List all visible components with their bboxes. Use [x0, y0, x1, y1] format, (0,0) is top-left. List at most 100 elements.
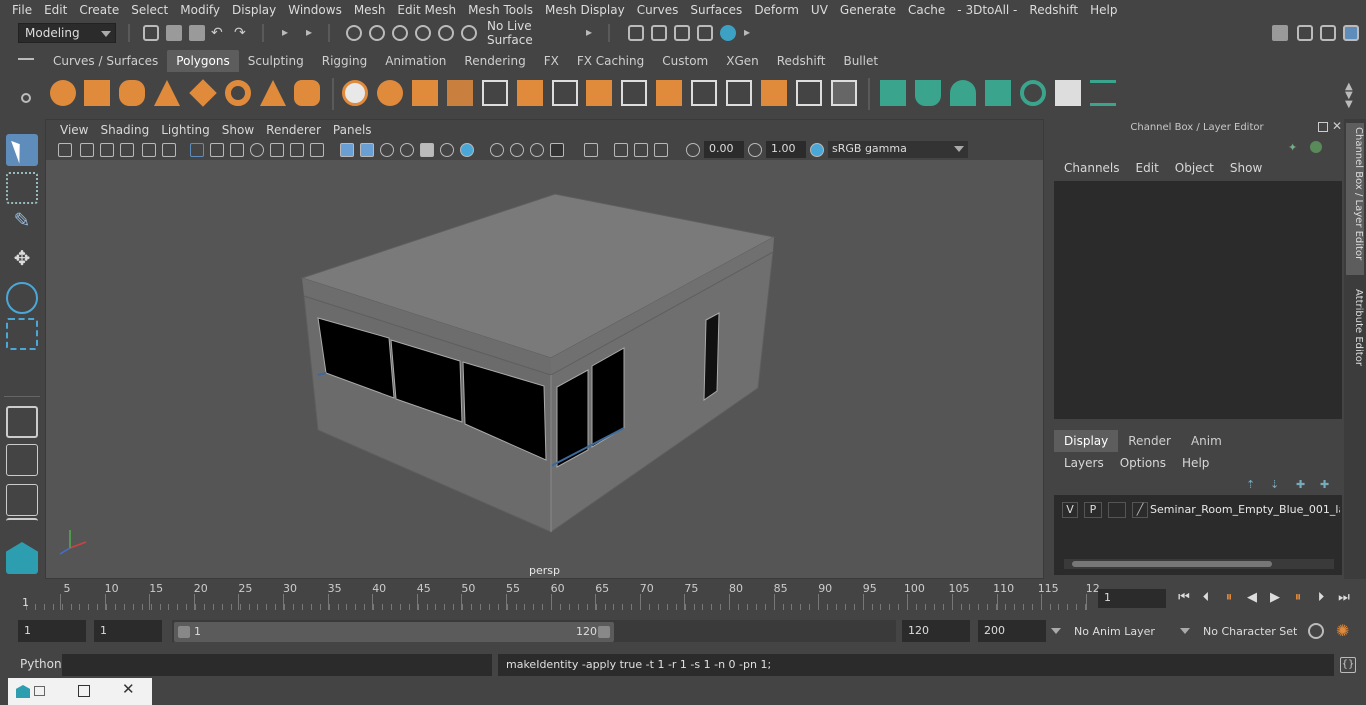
- maximize-icon[interactable]: [78, 685, 90, 697]
- uv-spherical-icon[interactable]: [950, 80, 976, 106]
- step-forward-frame-icon[interactable]: ⏵: [1313, 590, 1329, 606]
- xray-icon[interactable]: [360, 143, 374, 157]
- layer-name[interactable]: Seminar_Room_Empty_Blue_001_layer: [1150, 503, 1340, 516]
- shelf-tab-rigging[interactable]: Rigging: [313, 50, 376, 72]
- textured-icon[interactable]: [250, 143, 264, 157]
- lights-icon[interactable]: [270, 143, 284, 157]
- menu-mesh[interactable]: Mesh: [348, 3, 392, 17]
- scale-tool-icon[interactable]: [6, 318, 38, 350]
- step-back-frame-icon[interactable]: ⏴: [1198, 590, 1214, 606]
- command-language-label[interactable]: Python: [20, 657, 62, 671]
- shelf-scroll-icon[interactable]: ▲ ▼ ▼: [1345, 82, 1353, 110]
- lasso-tool-icon[interactable]: [6, 172, 38, 204]
- wireframe-icon[interactable]: [190, 143, 204, 157]
- new-layer-from-selected-icon[interactable]: ✚: [1320, 478, 1329, 491]
- viewport-menu-shading[interactable]: Shading: [94, 123, 155, 137]
- channel-menu-edit[interactable]: Edit: [1128, 161, 1167, 175]
- persp-outliner-layout-icon[interactable]: [6, 484, 38, 516]
- step-forward-key-icon[interactable]: ⏸: [1290, 590, 1306, 606]
- select-tool-icon[interactable]: [6, 134, 38, 166]
- snap-grid-icon[interactable]: [346, 25, 362, 41]
- grid-icon[interactable]: [142, 143, 156, 157]
- bridge-icon[interactable]: [482, 80, 508, 106]
- expand-arrow-icon[interactable]: ▸: [586, 25, 602, 41]
- grease-pencil-icon[interactable]: [654, 143, 668, 157]
- render-view-icon[interactable]: [628, 25, 644, 41]
- play-backwards-icon[interactable]: ◀: [1244, 590, 1260, 606]
- light-bulb-icon[interactable]: [440, 143, 454, 157]
- 3d-scene[interactable]: [46, 160, 1043, 578]
- move-layer-down-icon[interactable]: ⇣: [1270, 478, 1279, 491]
- playback-start-field[interactable]: 1: [94, 620, 162, 642]
- float-panel-icon[interactable]: [1318, 122, 1328, 132]
- make-live-icon[interactable]: [461, 25, 477, 41]
- horizontal-scrollbar[interactable]: [1064, 559, 1334, 569]
- save-scene-icon[interactable]: [189, 25, 205, 41]
- menu-create[interactable]: Create: [73, 3, 125, 17]
- viewport-menu-lighting[interactable]: Lighting: [155, 123, 216, 137]
- menu-windows[interactable]: Windows: [282, 3, 348, 17]
- poly-cone-icon[interactable]: [154, 80, 180, 106]
- shelf-tab-bullet[interactable]: Bullet: [834, 50, 887, 72]
- time-slider[interactable]: 5 10 15 20 25 30 35 40 45 50 55 60 65 70 75 80 85 90 95 100…: [18, 580, 1100, 612]
- go-to-start-icon[interactable]: ⏮: [1176, 590, 1192, 606]
- viewport-menu-renderer[interactable]: Renderer: [260, 123, 327, 137]
- paint-select-tool-icon[interactable]: ✎: [6, 208, 38, 240]
- tab-render[interactable]: Render: [1118, 430, 1181, 452]
- layer-row[interactable]: V P ╱ Seminar_Room_Empty_Blue_001_layer: [1054, 495, 1342, 525]
- gamma-field[interactable]: 1.00: [766, 141, 806, 158]
- viewport-panel[interactable]: View Shading Lighting Show Renderer Pane…: [45, 119, 1044, 579]
- close-icon[interactable]: ✕: [1332, 119, 1342, 133]
- menu-edit[interactable]: Edit: [38, 3, 73, 17]
- expand-arrow-icon[interactable]: ▸: [282, 25, 298, 41]
- play-forwards-icon[interactable]: ▶: [1267, 590, 1283, 606]
- menu-deform[interactable]: Deform: [748, 3, 805, 17]
- four-view-layout-icon[interactable]: [6, 444, 38, 476]
- xray-components-icon[interactable]: [400, 143, 414, 157]
- extract-icon[interactable]: [412, 80, 438, 106]
- snap-point-icon[interactable]: [392, 25, 408, 41]
- toggle-channel-box-icon[interactable]: [1343, 25, 1359, 41]
- move-tool-icon[interactable]: ✥: [6, 246, 38, 278]
- merge-icon[interactable]: [761, 80, 787, 106]
- rotate-tool-icon[interactable]: [6, 282, 38, 314]
- menu-cache[interactable]: Cache: [902, 3, 951, 17]
- shelf-menu-icon[interactable]: [18, 58, 34, 60]
- shelf-tab-sculpting[interactable]: Sculpting: [239, 50, 313, 72]
- chevron-down-icon[interactable]: [1180, 628, 1190, 634]
- mode-selector[interactable]: Modeling: [18, 23, 116, 43]
- view-transform-dropdown[interactable]: sRGB gamma: [828, 141, 968, 158]
- motion-blur-icon[interactable]: [490, 143, 504, 157]
- scrollbar-thumb[interactable]: [1072, 561, 1272, 567]
- render-frame-icon[interactable]: [651, 25, 667, 41]
- xray-joints-icon[interactable]: [380, 143, 394, 157]
- depth-of-field-icon[interactable]: [530, 143, 544, 157]
- layer-menu-help[interactable]: Help: [1174, 456, 1217, 470]
- step-back-key-icon[interactable]: ⏸: [1221, 590, 1237, 606]
- layer-display-type-toggle[interactable]: [1108, 502, 1126, 518]
- poly-plane-icon[interactable]: [189, 79, 217, 107]
- menu-select[interactable]: Select: [125, 3, 174, 17]
- side-tab-channel-box[interactable]: Channel Box / Layer Editor: [1346, 123, 1364, 275]
- snap-view-plane-icon[interactable]: [438, 25, 454, 41]
- shelf-tab-fx-caching[interactable]: FX Caching: [568, 50, 653, 72]
- channel-box-body[interactable]: [1054, 181, 1342, 419]
- menu-surfaces[interactable]: Surfaces: [684, 3, 748, 17]
- building-model[interactable]: [46, 160, 1043, 578]
- layer-menu-layers[interactable]: Layers: [1056, 456, 1112, 470]
- channel-menu-object[interactable]: Object: [1167, 161, 1222, 175]
- gamma-icon[interactable]: [748, 143, 762, 157]
- menu-modify[interactable]: Modify: [174, 3, 226, 17]
- menu-uv[interactable]: UV: [805, 3, 834, 17]
- shelf-tab-custom[interactable]: Custom: [653, 50, 717, 72]
- snap-projected-center-icon[interactable]: [415, 25, 431, 41]
- anim-layer-dropdown[interactable]: No Anim Layer: [1074, 625, 1155, 638]
- shelf-tab-animation[interactable]: Animation: [376, 50, 455, 72]
- animation-end-field[interactable]: 200: [978, 620, 1046, 642]
- menu-curves[interactable]: Curves: [631, 3, 685, 17]
- restore-icon[interactable]: [34, 686, 45, 696]
- redo-icon[interactable]: ↷: [234, 25, 250, 41]
- tab-anim[interactable]: Anim: [1181, 430, 1232, 452]
- layer-playback-toggle[interactable]: P: [1084, 502, 1102, 518]
- toggle-tool-settings-icon[interactable]: [1320, 25, 1336, 41]
